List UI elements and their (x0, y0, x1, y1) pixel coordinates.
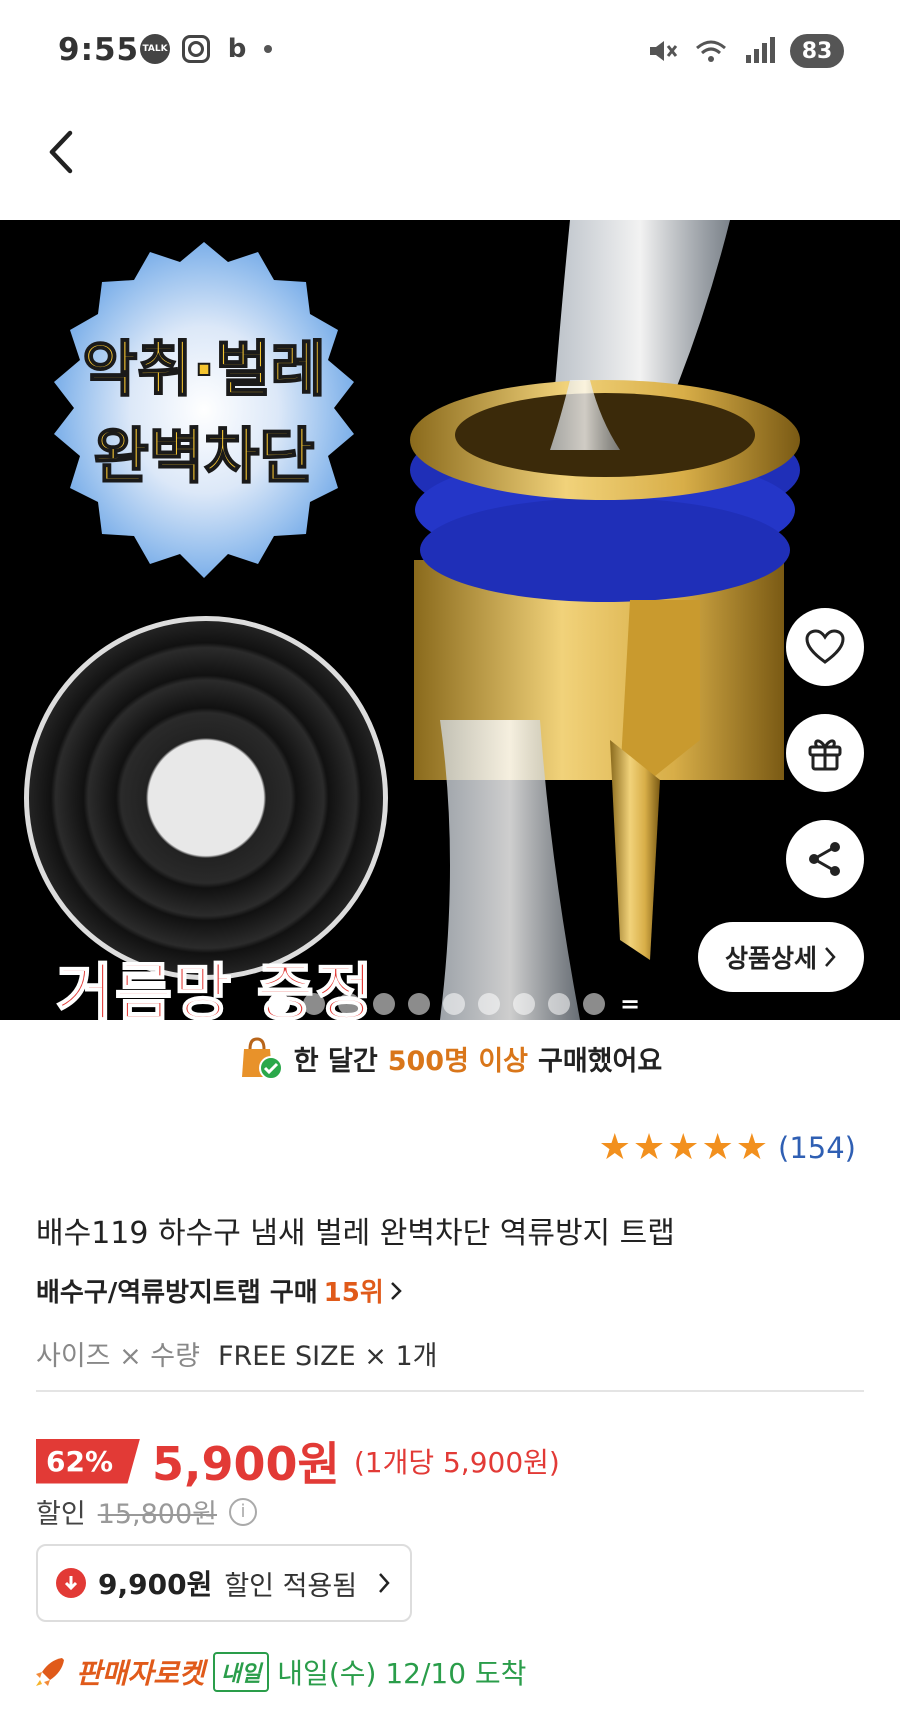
gift-icon (808, 739, 842, 771)
chevron-right-icon (825, 947, 836, 967)
carousel-dot[interactable] (478, 993, 500, 1015)
purchase-banner-suffix: 구매했어요 (538, 1045, 663, 1077)
star-icon: ★ (667, 1127, 700, 1168)
star-icon: ★ (598, 1127, 631, 1168)
back-button[interactable] (36, 124, 86, 180)
chevron-right-icon (390, 1281, 402, 1300)
mute-icon (650, 41, 678, 61)
divider (36, 1390, 864, 1392)
band-icon: b (227, 34, 247, 64)
rank-number: 15위 (323, 1278, 384, 1308)
gift-button[interactable] (786, 714, 864, 792)
wishlist-button[interactable] (786, 608, 864, 686)
category-rank-link[interactable]: 배수구/역류방지트랩 구매 15위 (36, 1272, 402, 1309)
option-value: FREE SIZE × 1개 (218, 1341, 438, 1372)
chevron-right-icon (379, 1573, 390, 1593)
status-time: 9:55 (58, 32, 140, 68)
more-dots-icon: = (620, 990, 641, 1018)
share-icon (809, 842, 840, 876)
carousel-dot[interactable] (548, 993, 570, 1015)
signal-icon (746, 37, 775, 63)
sale-price: 5,900원 (152, 1437, 340, 1491)
heart-icon (805, 629, 845, 664)
rating[interactable]: ★ ★ ★ ★ ★ (154) (599, 1130, 856, 1166)
discount-label: 할인 (36, 1499, 86, 1530)
rocket-delivery-label: 판매자로켓 (76, 1657, 205, 1690)
coupon-price: 9,900원 (98, 1568, 213, 1601)
carousel-dot[interactable] (373, 993, 395, 1015)
discount-badge: 62% (36, 1438, 140, 1484)
original-price: 15,800원 (97, 1499, 218, 1530)
status-right: 83 (646, 34, 844, 68)
product-title: 배수119 하수구 냄새 벌레 완벽차단 역류방지 트랩 (36, 1216, 675, 1251)
wifi-icon (696, 40, 726, 62)
product-image-carousel[interactable]: 악취·벌레 완벽차단 거름망 증정 = 상품상세 (0, 220, 900, 1020)
instagram-icon (182, 35, 210, 63)
carousel-dot[interactable] (408, 993, 430, 1015)
star-icon: ★ (701, 1127, 734, 1168)
option-summary: 사이즈 × 수량 FREE SIZE × 1개 (36, 1334, 437, 1373)
tomorrow-badge: 내일 (212, 1652, 270, 1692)
badge-line-2: 완벽차단 (93, 421, 316, 493)
battery-indicator: 83 (790, 34, 844, 68)
star-icon: ★ (735, 1127, 769, 1168)
carousel-dot[interactable] (513, 993, 535, 1015)
review-count[interactable]: (154) (778, 1131, 856, 1165)
coupon-price-button[interactable]: 9,900원 할인 적용됨 (36, 1544, 412, 1622)
carousel-dot[interactable] (443, 993, 465, 1015)
rank-category: 배수구/역류방지트랩 구매 (36, 1278, 318, 1308)
carousel-dots[interactable]: = (268, 990, 640, 1018)
delivery-info: 판매자로켓 내일 내일(수) 12/10 도착 (32, 1652, 526, 1692)
product-detail-label: 상품상세 (724, 944, 817, 973)
arrival-date: 내일(수) 12/10 도착 (277, 1657, 527, 1690)
purchase-count-banner: 한 달간 500명 이상 구매했어요 (0, 1034, 900, 1082)
price-row: 62% 5,900원 (1개당 5,900원) (36, 1428, 560, 1494)
status-bar: 9:55 TALK b 83 (0, 0, 900, 104)
badge-line-1: 악취·벌레 (81, 334, 327, 406)
coupon-text: 할인 적용됨 (224, 1570, 358, 1602)
share-button[interactable] (786, 820, 864, 898)
strainer-image (24, 616, 388, 980)
purchase-banner-count: 500명 이상 (387, 1045, 528, 1077)
info-icon[interactable]: i (229, 1497, 258, 1526)
down-arrow-icon (56, 1568, 86, 1598)
rocket-icon (36, 1658, 64, 1686)
original-price-row: 할인 15,800원 i (36, 1492, 258, 1531)
carousel-dot[interactable] (268, 993, 290, 1015)
product-detail-button[interactable]: 상품상세 (698, 922, 864, 992)
unit-price: (1개당 5,900원) (353, 1446, 560, 1479)
status-app-icons: TALK b (140, 34, 272, 64)
star-icon: ★ (632, 1127, 666, 1168)
badge-text: 악취·벌레 완벽차단 (24, 234, 384, 594)
carousel-dot[interactable] (583, 993, 605, 1015)
purchase-banner-prefix: 한 달간 (293, 1045, 378, 1077)
chevron-left-icon (49, 130, 73, 174)
carousel-dot[interactable] (303, 993, 325, 1015)
kakaotalk-icon: TALK (140, 34, 170, 64)
carousel-dot[interactable] (338, 993, 360, 1015)
option-label: 사이즈 × 수량 (36, 1341, 200, 1372)
shopping-bag-check-icon (241, 1037, 283, 1080)
notification-dot-icon (264, 45, 272, 53)
